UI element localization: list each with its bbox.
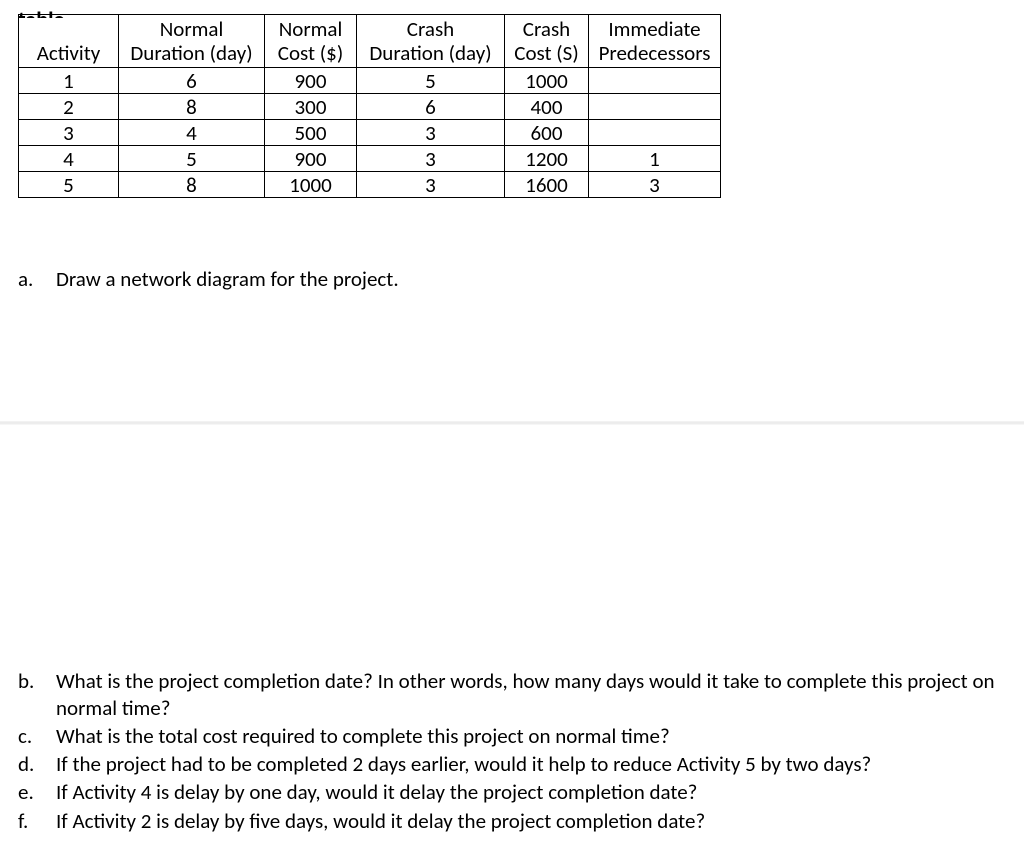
question-marker: f.: [18, 808, 40, 834]
cell-nc: 1000: [265, 172, 357, 198]
table-row: 1 6 900 5 1000: [19, 68, 721, 94]
header-activity: Activity: [19, 15, 119, 68]
cell-pred: 3: [589, 172, 721, 198]
table-header-row: Activity Normal Duration (day) Normal Co…: [19, 15, 721, 68]
question-text: If the project had to be completed 2 day…: [56, 751, 1000, 777]
header-cd-l1: Crash: [361, 17, 500, 41]
question-a: a. Draw a network diagram for the projec…: [18, 266, 1000, 292]
table-row: 2 8 300 6 400: [19, 94, 721, 120]
cell-nc: 300: [265, 94, 357, 120]
header-normal-duration: Normal Duration (day): [119, 15, 265, 68]
cell-activity: 5: [19, 172, 119, 198]
cell-nd: 4: [119, 120, 265, 146]
question-marker: d.: [18, 751, 40, 777]
cell-cd: 3: [357, 120, 505, 146]
header-cc-l1: Crash: [509, 17, 584, 41]
cell-cd: 3: [357, 172, 505, 198]
header-crash-duration: Crash Duration (day): [357, 15, 505, 68]
table-row: 4 5 900 3 1200 1: [19, 146, 721, 172]
cell-cd: 5: [357, 68, 505, 94]
cell-pred: [589, 68, 721, 94]
cell-cd: 3: [357, 146, 505, 172]
cell-nd: 8: [119, 94, 265, 120]
header-normal-cost: Normal Cost ($): [265, 15, 357, 68]
header-predecessors: Immediate Predecessors: [589, 15, 721, 68]
activity-table-container: Activity Normal Duration (day) Normal Co…: [18, 14, 1024, 198]
cell-cc: 1600: [505, 172, 589, 198]
question-e: e. If Activity 4 is delay by one day, wo…: [18, 779, 1000, 805]
header-cd-l2: Duration (day): [361, 41, 500, 65]
cell-nd: 8: [119, 172, 265, 198]
header-nd-l1: Normal: [123, 17, 260, 41]
header-pred-l1: Immediate: [593, 17, 716, 41]
question-text: What is the project completion date? In …: [56, 668, 1000, 721]
question-f: f. If Activity 2 is delay by five days, …: [18, 808, 1000, 834]
table-row: 5 8 1000 3 1600 3: [19, 172, 721, 198]
cell-activity: 3: [19, 120, 119, 146]
header-pred-l2: Predecessors: [593, 41, 716, 65]
header-cc-l2: Cost (S): [509, 41, 584, 65]
cell-nc: 500: [265, 120, 357, 146]
activity-table: Activity Normal Duration (day) Normal Co…: [18, 14, 721, 198]
diagram-space: [18, 294, 1000, 668]
cell-nd: 6: [119, 68, 265, 94]
cell-activity: 2: [19, 94, 119, 120]
question-text: If Activity 2 is delay by five days, wou…: [56, 808, 1000, 834]
table-row: 3 4 500 3 600: [19, 120, 721, 146]
question-marker: e.: [18, 779, 40, 805]
cell-nd: 5: [119, 146, 265, 172]
header-nc-l1: Normal: [269, 17, 352, 41]
cell-pred: 1: [589, 146, 721, 172]
header-nc-l2: Cost ($): [269, 41, 352, 65]
question-d: d. If the project had to be completed 2 …: [18, 751, 1000, 777]
cell-nc: 900: [265, 68, 357, 94]
question-marker: c.: [18, 723, 40, 749]
truncated-header: table.: [18, 6, 70, 18]
cell-cd: 6: [357, 94, 505, 120]
cell-cc: 400: [505, 94, 589, 120]
header-nd-l2: Duration (day): [123, 41, 260, 65]
question-marker: b.: [18, 668, 40, 694]
cell-activity: 4: [19, 146, 119, 172]
cell-pred: [589, 120, 721, 146]
cell-nc: 900: [265, 146, 357, 172]
table-body: 1 6 900 5 1000 2 8 300 6 400 3 4 500 3 6…: [19, 68, 721, 198]
question-marker: a.: [18, 266, 40, 292]
question-text: Draw a network diagram for the project.: [56, 266, 1000, 292]
cell-cc: 600: [505, 120, 589, 146]
cell-cc: 1000: [505, 68, 589, 94]
question-text: What is the total cost required to compl…: [56, 723, 1000, 749]
questions-list: a. Draw a network diagram for the projec…: [18, 266, 1000, 836]
question-c: c. What is the total cost required to co…: [18, 723, 1000, 749]
question-text: If Activity 4 is delay by one day, would…: [56, 779, 1000, 805]
question-b: b. What is the project completion date? …: [18, 668, 1000, 721]
header-activity-label: Activity: [23, 41, 114, 65]
header-crash-cost: Crash Cost (S): [505, 15, 589, 68]
cell-cc: 1200: [505, 146, 589, 172]
cell-pred: [589, 94, 721, 120]
cell-activity: 1: [19, 68, 119, 94]
